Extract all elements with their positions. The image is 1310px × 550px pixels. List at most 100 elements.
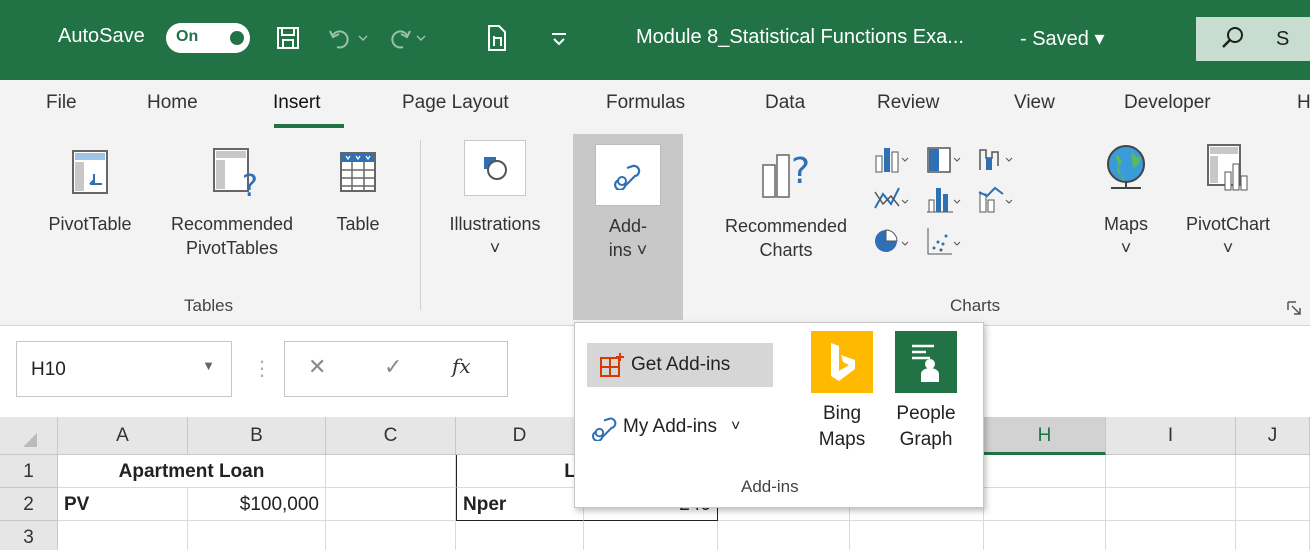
- pivottable-button[interactable]: PivotTable: [30, 144, 150, 236]
- tab-data[interactable]: Data: [765, 92, 805, 114]
- cell-j1[interactable]: [1236, 455, 1310, 488]
- undo-icon[interactable]: [326, 22, 372, 54]
- column-header-i[interactable]: I: [1106, 417, 1236, 455]
- waterfall-chart-icon[interactable]: [976, 142, 1016, 176]
- hierarchy-chart-icon[interactable]: [924, 142, 964, 176]
- column-header-h[interactable]: H: [984, 417, 1106, 455]
- svg-text:?: ?: [791, 151, 810, 192]
- cell-c1[interactable]: [326, 455, 456, 488]
- search-text: S: [1276, 28, 1290, 50]
- cell-j2[interactable]: [1236, 488, 1310, 521]
- recommended-pivottables-button[interactable]: ? Recommended PivotTables: [152, 144, 312, 260]
- autosave-toggle[interactable]: On: [166, 23, 250, 53]
- cell-c2[interactable]: [326, 488, 456, 521]
- illustrations-icon: [430, 140, 560, 196]
- people-graph-icon: [912, 344, 939, 382]
- cell-j3[interactable]: [1236, 521, 1310, 550]
- column-header-d[interactable]: D: [456, 417, 584, 455]
- cell-f3[interactable]: [718, 521, 850, 550]
- my-addins-button[interactable]: My Add-ins ˅: [591, 407, 740, 447]
- cell-a1[interactable]: Apartment Loan: [58, 455, 326, 488]
- cell-b3[interactable]: [188, 521, 326, 550]
- cell-i3[interactable]: [1106, 521, 1236, 550]
- row-header-2[interactable]: 2: [0, 488, 58, 521]
- scatter-chart-icon[interactable]: [924, 224, 964, 258]
- maps-chevron: ˅: [1120, 238, 1132, 258]
- column-header-a[interactable]: A: [58, 417, 188, 455]
- tab-file[interactable]: File: [46, 92, 77, 114]
- cell-g3[interactable]: [850, 521, 984, 550]
- cell-h1[interactable]: [984, 455, 1106, 488]
- line-chart-icon[interactable]: [872, 182, 912, 216]
- people-graph-label-2: Graph: [899, 429, 953, 450]
- svg-text:?: ?: [242, 169, 258, 198]
- tab-view[interactable]: View: [1014, 92, 1055, 114]
- bing-maps-label-2: Maps: [818, 429, 866, 450]
- cell-a3[interactable]: [58, 521, 188, 550]
- maps-button[interactable]: Maps ˅: [1094, 140, 1158, 260]
- customize-qat-icon[interactable]: [546, 22, 572, 54]
- people-graph-label[interactable]: People Graph: [885, 401, 967, 453]
- bing-maps-tile[interactable]: [811, 331, 873, 393]
- insert-function-icon[interactable]: fx: [452, 354, 471, 378]
- splitter-icon[interactable]: ⋮: [252, 356, 272, 381]
- document-title[interactable]: Module 8_Statistical Functions Exa...: [636, 26, 964, 49]
- select-all-corner[interactable]: [0, 417, 58, 455]
- tab-developer[interactable]: Developer: [1124, 92, 1211, 114]
- chevron-down-icon[interactable]: ▼: [202, 358, 215, 373]
- row-header-3[interactable]: 3: [0, 521, 58, 550]
- get-addins-button[interactable]: Get Add-ins: [587, 343, 773, 387]
- cell-h3[interactable]: [984, 521, 1106, 550]
- cell-d2[interactable]: Nper: [456, 488, 584, 521]
- addins-button[interactable]: Add- ins ˅: [573, 134, 683, 320]
- title-bar: AutoSave On Module 8_Statistical Functio…: [0, 0, 1310, 80]
- tab-formulas[interactable]: Formulas: [606, 92, 685, 114]
- bing-maps-label-1: Bing: [822, 403, 862, 424]
- row-header-1[interactable]: 1: [0, 455, 58, 488]
- cell-c3[interactable]: [326, 521, 456, 550]
- column-chart-icon[interactable]: [872, 142, 912, 176]
- illustrations-button[interactable]: Illustrations ˅: [430, 140, 560, 260]
- cell-i2[interactable]: [1106, 488, 1236, 521]
- enter-icon[interactable]: ✓: [384, 354, 402, 380]
- cell-d3[interactable]: [456, 521, 584, 550]
- pie-chart-icon[interactable]: [872, 224, 912, 258]
- my-addins-label: My Add-ins: [623, 416, 717, 437]
- saved-status[interactable]: - Saved ▾: [1020, 26, 1105, 51]
- tab-page-layout[interactable]: Page Layout: [402, 92, 509, 114]
- tab-home[interactable]: Home: [147, 92, 198, 114]
- my-addins-chevron[interactable]: ˅: [731, 418, 740, 436]
- pivotchart-button[interactable]: PivotChart ˅: [1166, 140, 1290, 260]
- tab-review[interactable]: Review: [877, 92, 939, 114]
- recommended-pivottables-label-2: PivotTables: [185, 238, 279, 258]
- column-header-j[interactable]: J: [1236, 417, 1310, 455]
- people-graph-tile[interactable]: [895, 331, 957, 393]
- recommended-pivottables-icon: ?: [152, 144, 312, 200]
- column-header-b[interactable]: B: [188, 417, 326, 455]
- table-icon: [318, 144, 398, 200]
- save-icon[interactable]: [272, 22, 304, 54]
- touch-mode-icon[interactable]: [482, 22, 512, 54]
- cell-h2[interactable]: [984, 488, 1106, 521]
- recommended-charts-button[interactable]: ? Recommended Charts: [698, 144, 874, 262]
- cancel-icon[interactable]: ✕: [308, 354, 326, 380]
- addins-group-label: Add-ins: [741, 477, 799, 496]
- bing-icon: [831, 343, 855, 381]
- statistic-chart-icon[interactable]: [924, 182, 964, 216]
- redo-icon[interactable]: [384, 22, 430, 54]
- dialog-launcher-icon[interactable]: [1286, 300, 1302, 316]
- recommended-charts-label-2: Charts: [759, 240, 813, 260]
- search-box[interactable]: S: [1196, 17, 1310, 61]
- name-box[interactable]: H10 ▼: [16, 341, 232, 397]
- column-header-c[interactable]: C: [326, 417, 456, 455]
- bing-maps-label[interactable]: Bing Maps: [811, 401, 873, 453]
- table-button[interactable]: Table: [318, 144, 398, 236]
- cell-b2[interactable]: $100,000: [188, 488, 326, 521]
- cell-i1[interactable]: [1106, 455, 1236, 488]
- table-label: Table: [336, 214, 380, 234]
- cell-a2[interactable]: PV: [58, 488, 188, 521]
- tab-insert[interactable]: Insert: [273, 92, 321, 114]
- cell-e3[interactable]: [584, 521, 718, 550]
- combo-chart-icon[interactable]: [976, 182, 1016, 216]
- tab-help[interactable]: H: [1297, 92, 1310, 114]
